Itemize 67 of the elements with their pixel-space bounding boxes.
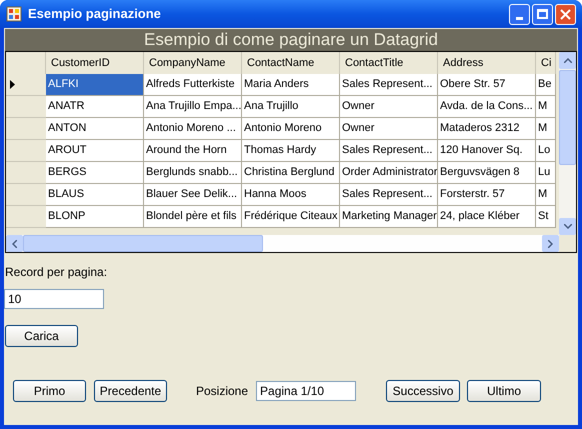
table-cell: Lo xyxy=(536,140,556,162)
scroll-left-button[interactable] xyxy=(6,235,23,252)
table-cell: Ana Trujillo Empa... xyxy=(144,96,242,118)
row-pointer-icon xyxy=(10,80,15,89)
table-cell: Blauer See Delik... xyxy=(144,184,242,206)
table-cell: Alfreds Futterkiste xyxy=(144,74,242,96)
previous-button[interactable]: Precedente xyxy=(94,380,167,402)
table-cell: Maria Anders xyxy=(242,74,340,96)
app-icon xyxy=(6,6,22,22)
table-cell: Christina Berglund xyxy=(242,162,340,184)
table-cell: Berguvsvägen 8 xyxy=(438,162,536,184)
table-cell: ANATR xyxy=(46,96,144,118)
table-cell: Antonio Moreno xyxy=(242,118,340,140)
table-cell: AROUT xyxy=(46,140,144,162)
table-cell: ANTON xyxy=(46,118,144,140)
position-field[interactable]: Pagina 1/10 xyxy=(256,381,356,401)
table-cell: Marketing Manager xyxy=(340,206,438,228)
table-cell: Antonio Moreno ... xyxy=(144,118,242,140)
minimize-button[interactable] xyxy=(509,4,530,24)
table-cell: Thomas Hardy xyxy=(242,140,340,162)
table-cell: M xyxy=(536,184,556,206)
table-cell: St xyxy=(536,206,556,228)
maximize-button[interactable] xyxy=(532,4,553,24)
window-title: Esempio paginazione xyxy=(28,5,162,24)
table-cell: Ana Trujillo xyxy=(242,96,340,118)
table-cell: Sales Represent... xyxy=(340,74,438,96)
table-cell: Forsterstr. 57 xyxy=(438,184,536,206)
table-cell: ALFKI xyxy=(46,74,144,96)
table-cell: Be xyxy=(536,74,556,96)
load-button[interactable]: Carica xyxy=(5,325,78,347)
table-cell: Berglunds snabb... xyxy=(144,162,242,184)
table-cell: Mataderos 2312 xyxy=(438,118,536,140)
records-field[interactable]: 10 xyxy=(4,289,104,309)
scroll-thumb[interactable] xyxy=(559,70,576,165)
table-cell: Avda. de la Cons... xyxy=(438,96,536,118)
scroll-thumb[interactable] xyxy=(23,235,263,252)
table-cell: Lu xyxy=(536,162,556,184)
close-button[interactable] xyxy=(555,4,576,24)
table-cell: Sales Represent... xyxy=(340,140,438,162)
table-cell: Obere Str. 57 xyxy=(438,74,536,96)
table-cell: Hanna Moos xyxy=(242,184,340,206)
table-cell: 24, place Kléber xyxy=(438,206,536,228)
records-label: Record per pagina: xyxy=(5,264,108,281)
table-cell: Owner xyxy=(340,118,438,140)
close-icon xyxy=(560,8,571,20)
first-button[interactable]: Primo xyxy=(13,380,86,402)
table-cell: BERGS xyxy=(46,162,144,184)
scroll-down-button[interactable] xyxy=(559,218,576,235)
scroll-right-button[interactable] xyxy=(542,235,559,252)
table-cell: Blondel père et fils xyxy=(144,206,242,228)
table-cell: 120 Hanover Sq. xyxy=(438,140,536,162)
vertical-scrollbar[interactable] xyxy=(559,52,576,235)
banner: Esempio di come paginare un Datagrid xyxy=(5,29,577,51)
scroll-up-button[interactable] xyxy=(559,52,576,69)
position-label: Posizione xyxy=(196,383,248,400)
table-cell: M xyxy=(536,96,556,118)
table-cell: Frédérique Citeaux xyxy=(242,206,340,228)
table-cell: Owner xyxy=(340,96,438,118)
last-button[interactable]: Ultimo xyxy=(467,380,542,402)
horizontal-scrollbar[interactable] xyxy=(6,235,576,252)
next-button[interactable]: Successivo xyxy=(386,380,460,402)
table-cell: Sales Represent... xyxy=(340,184,438,206)
table-cell: Around the Horn xyxy=(144,140,242,162)
table-cell: M xyxy=(536,118,556,140)
table-cell: Order Administrator xyxy=(340,162,438,184)
table-cell: BLONP xyxy=(46,206,144,228)
table-cell: BLAUS xyxy=(46,184,144,206)
